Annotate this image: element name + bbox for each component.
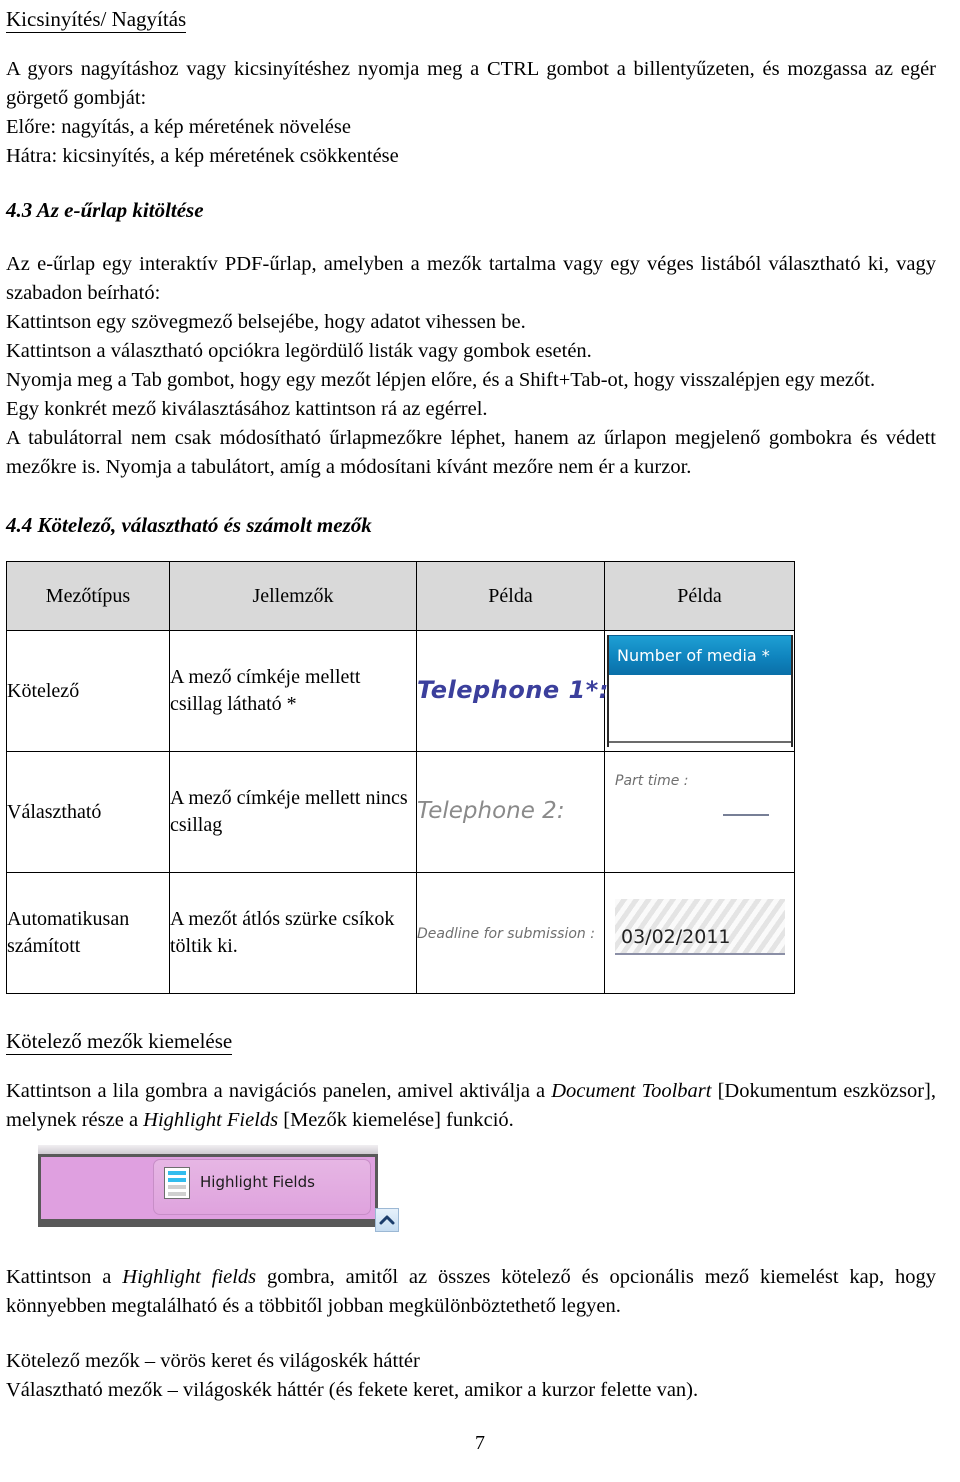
zoom-intro-paragraph: A gyors nagyításhoz vagy kicsinyítéshez … — [6, 58, 936, 109]
highlight-paragraph-b-part1: Kattintson a — [6, 1266, 123, 1288]
table-header-characteristics: Jellemzők — [169, 561, 417, 631]
row-optional-example2-cell: Part time : — [604, 751, 795, 873]
zoom-bullet-1: Előre: nagyítás, a kép méretének növelés… — [6, 116, 351, 138]
row-optional-example-cell: Telephone 2: — [416, 751, 605, 873]
highlight-fields-button-label: Highlight Fields — [200, 1173, 315, 1191]
telephone-2-label: Telephone 2: — [417, 798, 565, 824]
row-calculated-example-cell: Deadline for submission : — [416, 872, 605, 994]
highlight-fields-button[interactable]: Highlight Fields — [153, 1159, 371, 1215]
legend-required-fields: Kötelező mezők – vörös keret és világosk… — [6, 1350, 420, 1372]
number-of-media-label: Number of media * — [609, 635, 791, 675]
row-calculated-example2-cell: 03/02/2011 — [604, 872, 795, 994]
document-lines-icon — [164, 1167, 190, 1199]
chevron-up-icon[interactable] — [375, 1208, 399, 1232]
screenshot-frame: Highlight Fields — [38, 1154, 378, 1227]
row-required-characteristics: A mező címkéje mellett csillag látható * — [169, 630, 417, 752]
telephone-1-label: Telephone 1*: — [417, 675, 609, 704]
calculated-field-widget: 03/02/2011 — [615, 899, 785, 955]
section-4-3-closing: A tabulátorral nem csak módosítható űrla… — [6, 427, 936, 478]
row-optional-type: Választható — [6, 751, 170, 873]
document-page: Kicsinyítés/ Nagyítás A gyors nagyításho… — [0, 0, 960, 1482]
highlight-fields-screenshot: Highlight Fields — [38, 1145, 399, 1249]
legend-optional-fields: Választható mezők – világoskék háttér (é… — [6, 1379, 699, 1401]
highlight-paragraph-a: Kattintson a lila gombra a navigációs pa… — [6, 1077, 936, 1135]
zoom-section-heading: Kicsinyítés/ Nagyítás — [6, 7, 187, 33]
page-number: 7 — [475, 1432, 485, 1454]
section-4-3-bullet-3: Nyomja meg a Tab gombot, hogy egy mezőt … — [6, 369, 876, 391]
table-row: Automatikusan számított A mezőt átlós sz… — [6, 872, 795, 994]
section-4-3-heading: 4.3 Az e-űrlap kitöltése — [6, 198, 204, 222]
number-of-media-input[interactable] — [609, 675, 791, 743]
highlight-paragraph-a-part3: [Mezők kiemelése] funkció. — [278, 1109, 514, 1131]
highlight-section-heading: Kötelező mezők kiemelése — [6, 1029, 233, 1055]
calculated-date-value: 03/02/2011 — [621, 926, 731, 948]
table-row: Választható A mező címkéje mellett nincs… — [6, 751, 795, 873]
zoom-bullet-2: Hátra: kicsinyítés, a kép méretének csök… — [6, 145, 399, 167]
part-time-input-underline[interactable] — [723, 814, 769, 816]
screenshot-titlebar — [38, 1145, 378, 1154]
row-required-type: Kötelező — [6, 630, 170, 752]
section-4-3-bullet-4: Egy konkrét mező kiválasztásához kattint… — [6, 398, 488, 420]
required-field-widget: Number of media * — [607, 635, 793, 747]
document-toolbar-term: Document Toolbart — [551, 1080, 712, 1102]
highlight-fields-term-2: Highlight fields — [122, 1266, 257, 1288]
highlight-fields-term: Highlight Fields — [143, 1109, 279, 1131]
section-4-4-heading: 4.4 Kötelező, választható és számolt mez… — [6, 513, 372, 537]
document-toolbar-purple-panel: Highlight Fields — [41, 1157, 375, 1219]
row-optional-characteristics: A mező címkéje mellett nincs csillag — [169, 751, 417, 873]
row-calculated-type: Automatikusan számított — [6, 872, 170, 994]
table-header-field-type: Mezőtípus — [6, 561, 170, 631]
deadline-label: Deadline for submission : — [417, 925, 595, 942]
field-types-table: Mezőtípus Jellemzők Példa Példa Kötelező… — [6, 561, 795, 994]
part-time-label: Part time : — [615, 773, 689, 789]
page-content: Kicsinyítés/ Nagyítás A gyors nagyításho… — [6, 6, 936, 1405]
table-header-row: Mezőtípus Jellemzők Példa Példa — [6, 561, 795, 631]
highlight-paragraph-b: Kattintson a Highlight fields gombra, am… — [6, 1263, 936, 1321]
section-4-3-bullet-2: Kattintson a választható opciókra legörd… — [6, 340, 592, 362]
row-required-example2-cell: Number of media * — [604, 630, 795, 752]
row-required-example-cell: Telephone 1*: — [416, 630, 608, 752]
highlight-paragraph-a-part1: Kattintson a lila gombra a navigációs pa… — [6, 1080, 552, 1102]
row-calculated-characteristics: A mezőt átlós szürke csíkok töltik ki. — [169, 872, 417, 994]
section-4-3-intro: Az e-űrlap egy interaktív PDF-űrlap, ame… — [6, 253, 936, 304]
table-row: Kötelező A mező címkéje mellett csillag … — [6, 630, 795, 752]
section-4-3-bullet-1: Kattintson egy szövegmező belsejébe, hog… — [6, 311, 526, 333]
table-header-example-2: Példa — [604, 561, 795, 631]
table-header-example-1: Példa — [416, 561, 605, 631]
